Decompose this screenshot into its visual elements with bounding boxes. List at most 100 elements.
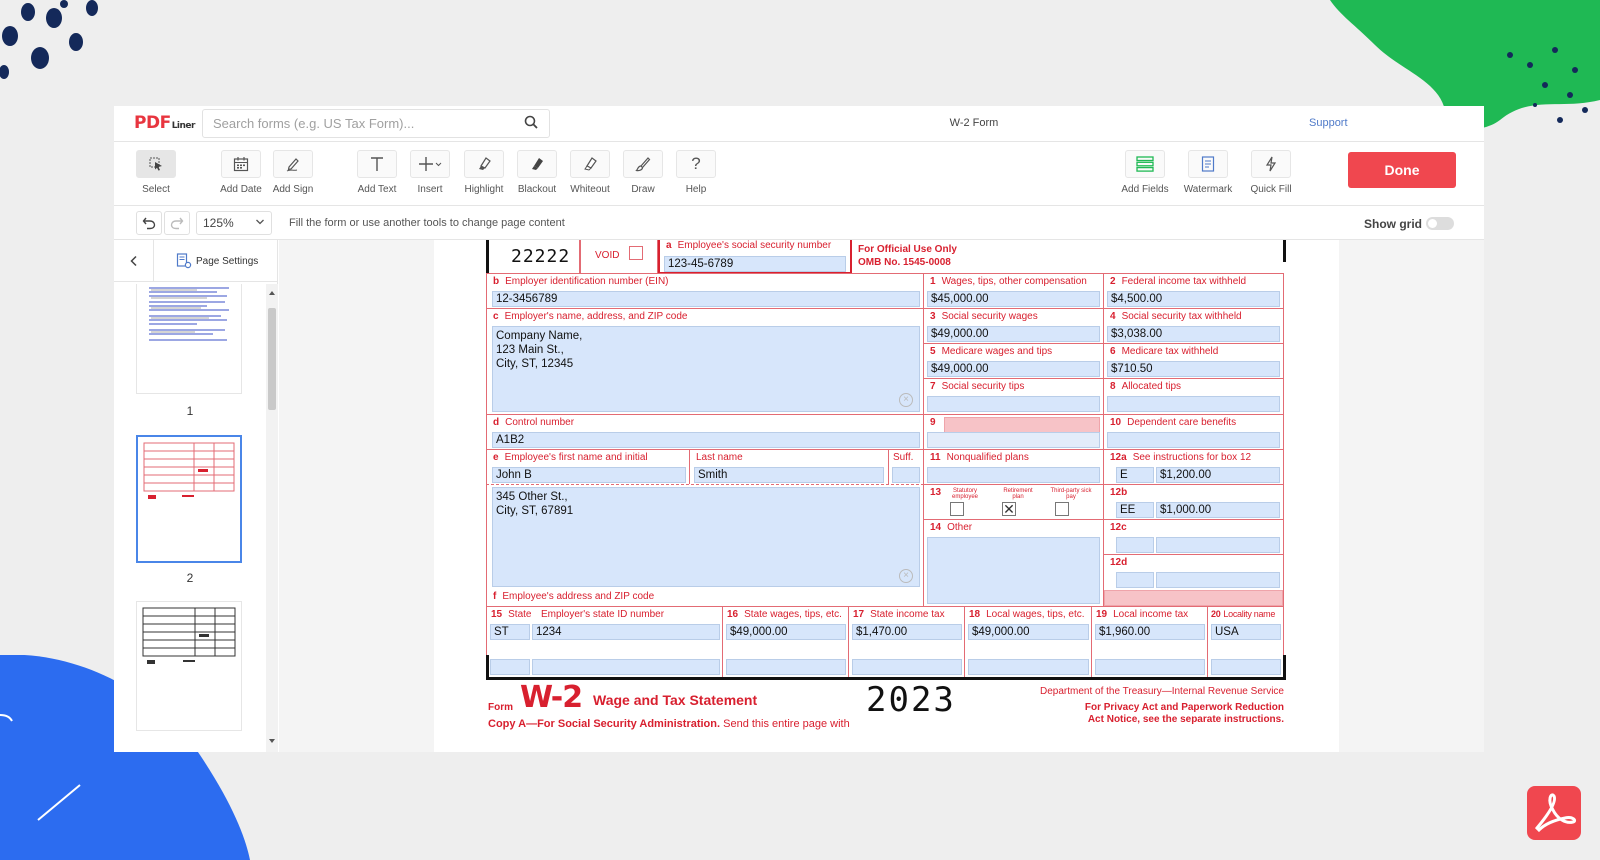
sidebar-scroll-thumb[interactable] xyxy=(268,308,276,410)
redo-button[interactable] xyxy=(164,211,190,235)
pdfliner-logo[interactable]: PDFLiner xyxy=(134,113,195,133)
box-16: 16 State wages, tips, etc. $49,000.00 xyxy=(722,606,849,679)
zoom-select[interactable]: 125% xyxy=(196,211,272,235)
box15-state-id-field[interactable]: 1234 xyxy=(532,624,720,640)
box16-field-2[interactable] xyxy=(726,659,846,675)
box9-field xyxy=(944,417,1100,433)
box12b-code-field[interactable]: EE xyxy=(1116,502,1154,518)
sidebar-header: Page Settings xyxy=(114,240,277,282)
sidebar-scrollbar[interactable] xyxy=(266,284,278,752)
suffix-field[interactable] xyxy=(892,467,920,483)
add-text-button[interactable]: Add Text xyxy=(351,150,403,195)
box5-field[interactable]: $49,000.00 xyxy=(927,361,1100,377)
box12a-amount-field[interactable]: $1,200.00 xyxy=(1156,467,1280,483)
box8-field[interactable] xyxy=(1107,396,1280,412)
box18-field[interactable]: $49,000.00 xyxy=(968,624,1089,640)
official-use-note: For Official Use Only OMB No. 1545-0008 xyxy=(858,244,957,268)
corner-mark xyxy=(486,655,489,680)
employer-address-field[interactable]: Company Name, 123 Main St., City, ST, 12… xyxy=(492,326,920,412)
box4-field[interactable]: $3,038.00 xyxy=(1107,326,1280,342)
clear-field-icon[interactable]: × xyxy=(899,393,913,407)
box1-field[interactable]: $45,000.00 xyxy=(927,291,1100,307)
box12a-code-field[interactable]: E xyxy=(1116,467,1154,483)
box18-field-2[interactable] xyxy=(968,659,1089,675)
search-icon[interactable] xyxy=(524,115,538,129)
support-link[interactable]: Support xyxy=(1309,117,1348,129)
void-checkbox[interactable] xyxy=(629,246,643,260)
collapse-sidebar-button[interactable] xyxy=(114,240,154,282)
box12b-amount-field[interactable]: $1,000.00 xyxy=(1156,502,1280,518)
box12d-shaded-area xyxy=(1104,590,1283,606)
blackout-button[interactable]: Blackout xyxy=(511,150,563,195)
done-button[interactable]: Done xyxy=(1348,152,1456,188)
draw-button[interactable]: Draw xyxy=(617,150,669,195)
box17-field-2[interactable] xyxy=(852,659,962,675)
box7-field[interactable] xyxy=(927,396,1100,412)
ssn-field[interactable]: 123-45-6789 xyxy=(664,256,846,272)
whiteout-button[interactable]: Whiteout xyxy=(564,150,616,195)
question-icon: ? xyxy=(676,150,716,178)
box10-field[interactable] xyxy=(1107,432,1280,448)
box20-field[interactable]: USA xyxy=(1211,624,1281,640)
third-party-sick-pay-checkbox[interactable] xyxy=(1055,502,1069,516)
box-suffix: Suff. xyxy=(888,449,924,485)
employee-last-name-field[interactable]: Smith xyxy=(694,467,884,483)
page-settings-icon xyxy=(176,253,192,269)
fields-icon xyxy=(1125,150,1165,178)
box15-state-field[interactable]: ST xyxy=(490,624,530,640)
box15-state-id-field-2[interactable] xyxy=(532,659,720,675)
corner-mark xyxy=(1283,655,1286,680)
show-grid-toggle[interactable] xyxy=(1426,217,1454,230)
clear-field-icon[interactable]: × xyxy=(899,569,913,583)
control-number-field[interactable]: A1B2 xyxy=(492,432,920,448)
box-12d: 12d xyxy=(1103,554,1284,607)
ein-field[interactable]: 12-3456789 xyxy=(492,291,920,307)
box12c-code-field[interactable] xyxy=(1116,537,1154,553)
quick-fill-button[interactable]: Quick Fill xyxy=(1245,150,1297,195)
brush-icon xyxy=(623,150,663,178)
box12d-code-field[interactable] xyxy=(1116,572,1154,588)
box-2: 2 Federal income tax withheld $4,500.00 xyxy=(1103,273,1284,309)
box19-field[interactable]: $1,960.00 xyxy=(1095,624,1205,640)
page-settings-button[interactable]: Page Settings xyxy=(176,253,258,269)
insert-button[interactable]: Insert xyxy=(404,150,456,195)
add-fields-button[interactable]: Add Fields xyxy=(1119,150,1171,195)
box-7: 7 Social security tips xyxy=(923,378,1104,415)
box11-field[interactable] xyxy=(927,467,1100,483)
document-canvas: 22222 VOID a Employee's social security n… xyxy=(279,240,1484,752)
box-12b: 12b EE $1,000.00 xyxy=(1103,484,1284,520)
employee-first-name-field[interactable]: John B xyxy=(492,467,686,483)
highlighter-icon xyxy=(464,150,504,178)
undo-button[interactable] xyxy=(136,211,162,235)
box-14: 14 Other xyxy=(923,519,1104,607)
box-e: e Employee's first name and initial John … xyxy=(486,449,690,485)
box19-field-2[interactable] xyxy=(1095,659,1205,675)
box14-field[interactable] xyxy=(927,537,1100,604)
box12d-amount-field[interactable] xyxy=(1156,572,1280,588)
box12c-amount-field[interactable] xyxy=(1156,537,1280,553)
box3-field[interactable]: $49,000.00 xyxy=(927,326,1100,342)
decor-dots-top-left xyxy=(0,0,98,79)
box15-state-field-2[interactable] xyxy=(490,659,530,675)
box20-field-2[interactable] xyxy=(1211,659,1281,675)
box2-field[interactable]: $4,500.00 xyxy=(1107,291,1280,307)
box6-field[interactable]: $710.50 xyxy=(1107,361,1280,377)
employee-address-field[interactable]: 345 Other St., City, ST, 67891 xyxy=(492,487,920,587)
select-tool-button[interactable]: Select xyxy=(130,150,182,195)
box17-field[interactable]: $1,470.00 xyxy=(852,624,962,640)
page-thumbnail-1[interactable] xyxy=(136,284,242,394)
page-thumbnail-2[interactable] xyxy=(136,435,242,563)
add-sign-button[interactable]: Add Sign xyxy=(267,150,319,195)
highlight-button[interactable]: Highlight xyxy=(458,150,510,195)
statutory-employee-checkbox[interactable] xyxy=(950,502,964,516)
box-12a: 12a See instructions for box 12 E $1,200.… xyxy=(1103,449,1284,485)
box-6: 6 Medicare tax withheld $710.50 xyxy=(1103,343,1284,379)
watermark-button[interactable]: Watermark xyxy=(1182,150,1234,195)
ssn-box: a Employee's social security number 123-4… xyxy=(658,240,852,274)
search-input[interactable] xyxy=(202,109,550,138)
retirement-plan-checkbox[interactable]: ✕ xyxy=(1002,502,1016,516)
add-date-button[interactable]: Add Date xyxy=(215,150,267,195)
help-button[interactable]: ? Help xyxy=(670,150,722,195)
box16-field[interactable]: $49,000.00 xyxy=(726,624,846,640)
page-thumbnail-3[interactable] xyxy=(136,601,242,731)
